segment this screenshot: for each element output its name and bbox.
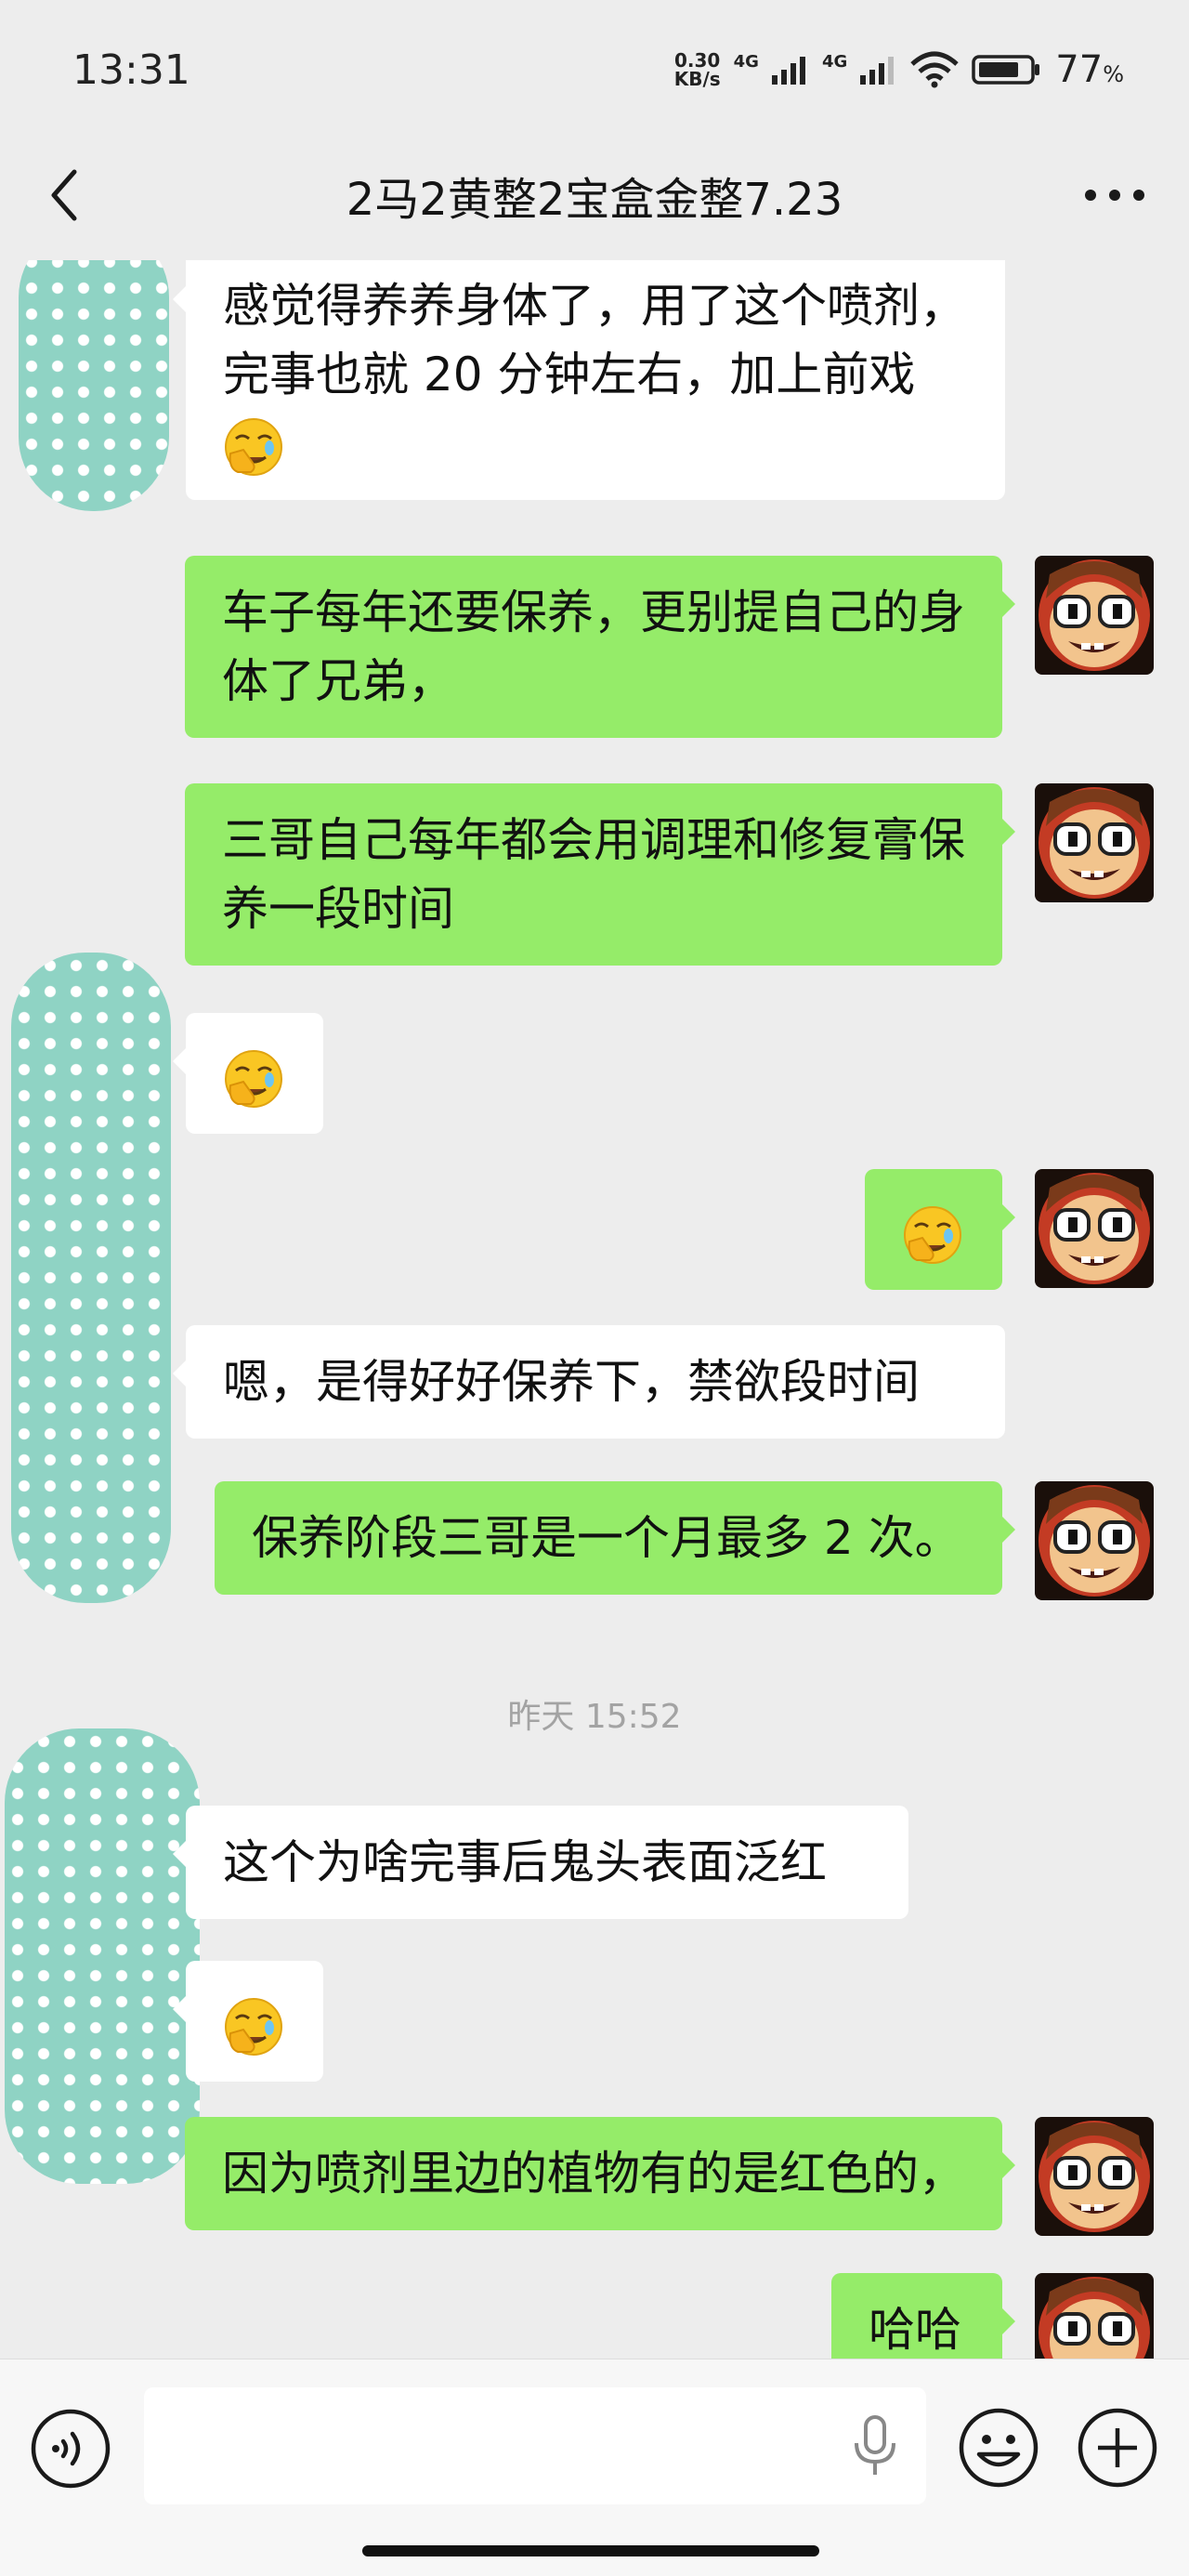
chat-header: 2马2黄整2宝盒金整7.23 [0, 139, 1189, 260]
network-type-label: 4G [821, 51, 848, 72]
redacted-avatar [5, 1728, 200, 2184]
incoming-message[interactable]: 嗯，是得好好保养下，禁欲段时间 [173, 1325, 1005, 1439]
incoming-message[interactable]: 这个为啥完事后鬼头表面泛红 [173, 1806, 908, 1919]
battery-icon [972, 55, 1040, 85]
incoming-message[interactable] [173, 1013, 323, 1134]
wifi-icon [910, 51, 959, 88]
message-input[interactable] [144, 2387, 926, 2504]
more-dots-icon[interactable] [1078, 167, 1152, 223]
message-timestamp: 昨天 15:52 [507, 1698, 682, 1736]
outgoing-message[interactable]: 车子每年还要保养，更别提自己的身体了兄弟， [185, 556, 1015, 738]
incoming-message[interactable]: 感觉得养养身体了，用了这个喷剂，完事也就 20 分钟左右，加上前戏 [173, 260, 1005, 500]
facepalm-emoji-icon [223, 1048, 284, 1110]
outgoing-message[interactable]: 因为喷剂里边的植物有的是红色的， [185, 2117, 1015, 2230]
redacted-avatar [11, 953, 171, 1603]
facepalm-emoji-icon [223, 1996, 284, 2057]
my-avatar[interactable] [1035, 2117, 1154, 2236]
incoming-message[interactable] [173, 1961, 323, 2082]
signal-icon [771, 57, 805, 85]
message-list[interactable]: 感觉得养养身体了，用了这个喷剂，完事也就 20 分钟左右，加上前戏 车子每年还要… [0, 260, 1189, 2359]
facepalm-emoji-icon [902, 1204, 963, 1266]
my-avatar[interactable] [1035, 1481, 1154, 1600]
network-type-label: 4G [733, 51, 759, 72]
status-icons: 0.30 KB/s 4G 4G 77% [674, 48, 1124, 91]
chevron-left-icon[interactable] [37, 163, 93, 228]
outgoing-message[interactable] [865, 1169, 1015, 1290]
signal-icon [860, 57, 895, 85]
my-avatar[interactable] [1035, 783, 1154, 902]
my-avatar[interactable] [1035, 2273, 1154, 2359]
emoji-icon[interactable] [957, 2406, 1040, 2490]
clock: 13:31 [72, 46, 190, 94]
facepalm-emoji-icon [223, 416, 284, 478]
outgoing-message[interactable]: 哈哈 [831, 2273, 1015, 2359]
mic-icon[interactable] [847, 2413, 903, 2478]
voice-icon[interactable] [30, 2408, 111, 2490]
battery-percentage: 77% [1055, 48, 1124, 91]
input-bar [0, 2359, 1189, 2576]
chat-title: 2马2黄整2宝盒金整7.23 [346, 174, 843, 226]
plus-icon[interactable] [1076, 2406, 1159, 2490]
my-avatar[interactable] [1035, 556, 1154, 675]
outgoing-message[interactable]: 保养阶段三哥是一个月最多 2 次。 [215, 1481, 1015, 1595]
my-avatar[interactable] [1035, 1169, 1154, 1288]
outgoing-message[interactable]: 三哥自己每年都会用调理和修复膏保养一段时间 [185, 783, 1015, 966]
home-indicator[interactable] [362, 2545, 819, 2556]
network-speed: 0.30 KB/s [673, 49, 721, 90]
status-bar: 13:31 0.30 KB/s 4G 4G 77% [0, 0, 1189, 139]
redacted-avatar [19, 260, 169, 511]
